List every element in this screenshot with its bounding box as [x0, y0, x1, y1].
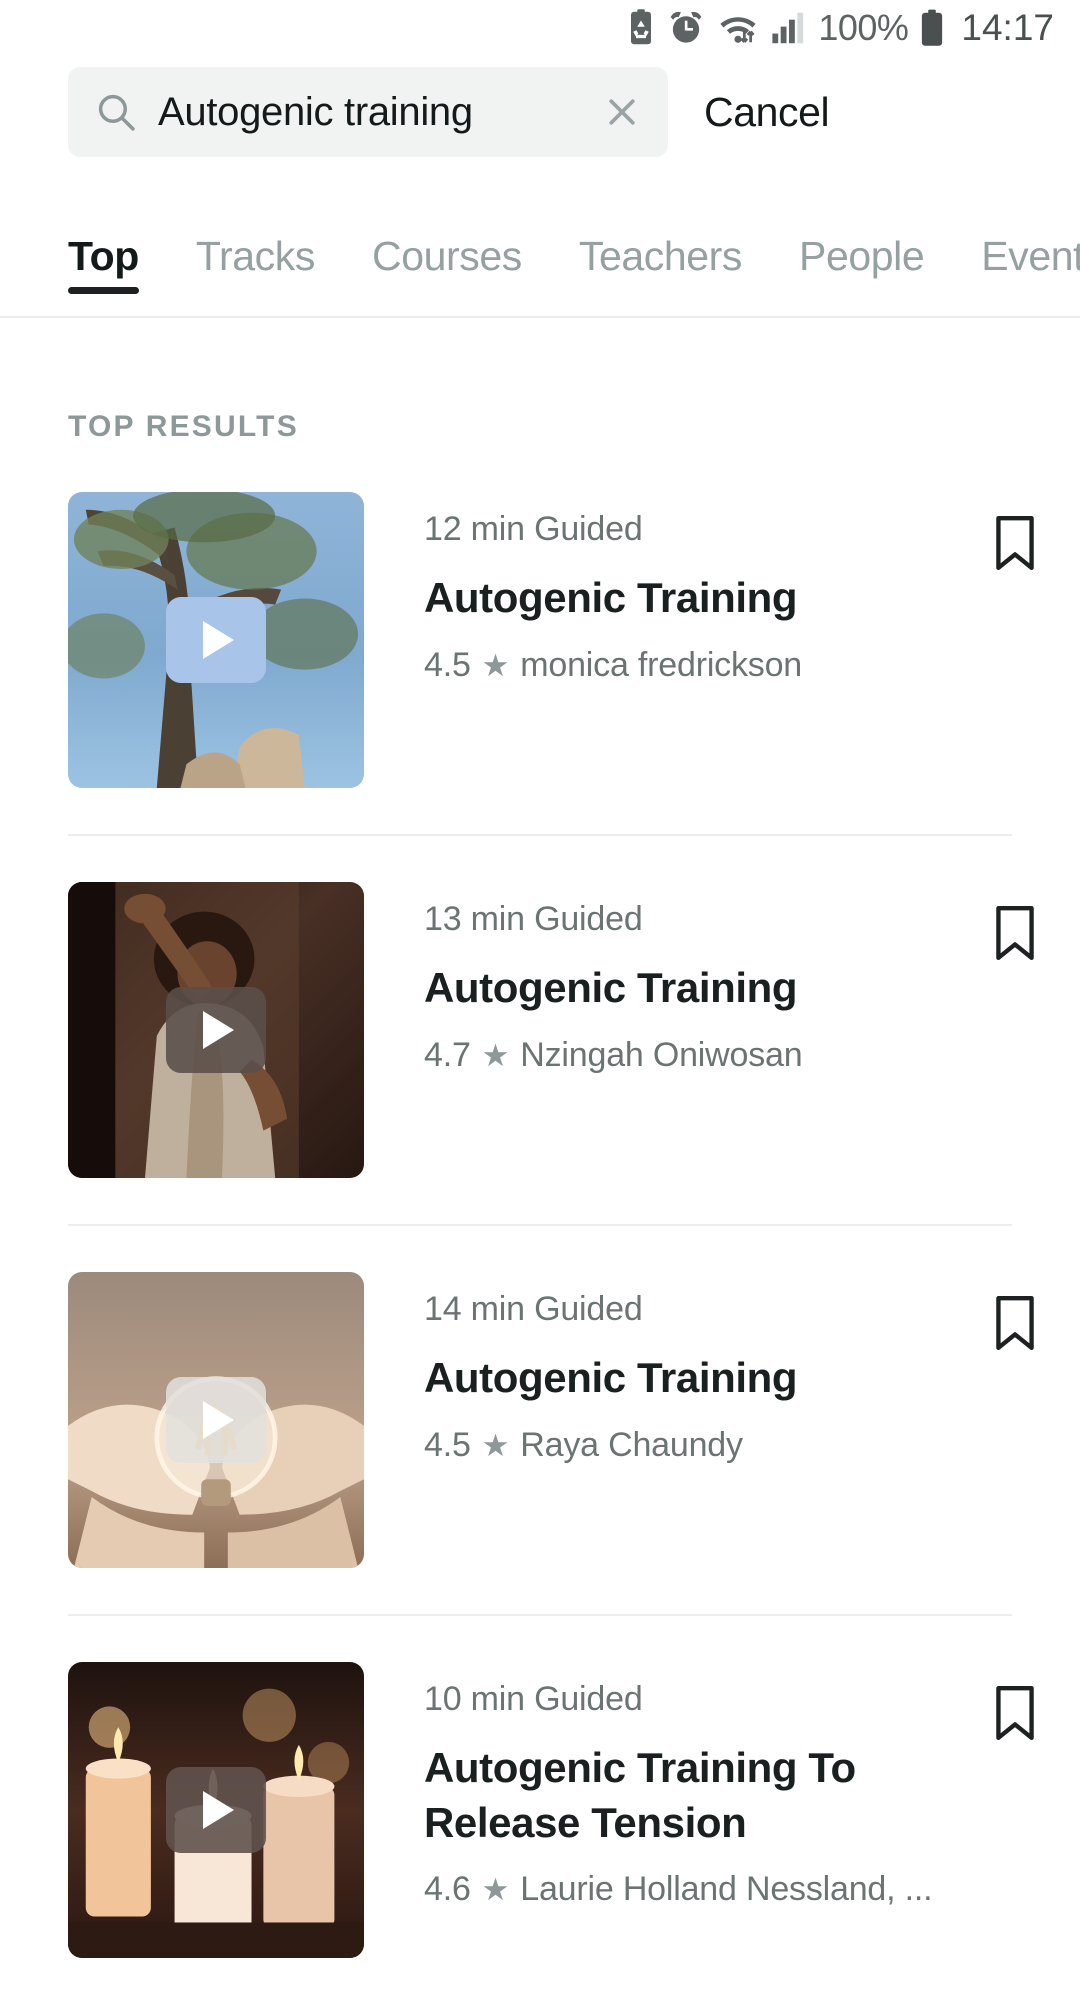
result-title: Autogenic Training — [424, 574, 798, 621]
result-thumbnail[interactable] — [68, 492, 364, 788]
result-rating-author: 4.5 ★ monica fredrickson — [424, 646, 982, 685]
result-thumbnail[interactable] — [68, 882, 364, 1178]
tab-events[interactable]: Events — [981, 233, 1080, 316]
rating-value: 4.5 — [424, 1425, 471, 1464]
clock-time: 14:17 — [961, 7, 1054, 48]
battery-full-icon — [919, 9, 945, 47]
rating-value: 4.6 — [424, 1870, 471, 1909]
result-thumbnail[interactable] — [68, 1272, 364, 1568]
search-result-tabs: Top Tracks Courses Teachers People Event… — [0, 168, 1080, 318]
play-icon — [203, 1791, 234, 1829]
result-meta: 13 min Guided Autogenic Training 4.7 ★ N… — [364, 882, 982, 1075]
result-meta: 10 min Guided Autogenic Training To Rele… — [364, 1662, 982, 1909]
tab-top[interactable]: Top — [68, 233, 139, 316]
result-duration-type: 13 min Guided — [424, 900, 643, 938]
close-icon[interactable] — [602, 92, 642, 132]
list-item[interactable]: 14 min Guided Autogenic Training 4.5 ★ R… — [0, 1224, 1080, 1614]
result-rating-author: 4.7 ★ Nzingah Oniwosan — [424, 1036, 982, 1075]
battery-percent-label: 100% — [818, 7, 909, 48]
result-rating-author: 4.5 ★ Raya Chaundy — [424, 1426, 982, 1465]
search-bar-row: Autogenic training Cancel — [0, 56, 1080, 168]
result-meta: 14 min Guided Autogenic Training 4.5 ★ R… — [364, 1272, 982, 1465]
search-input[interactable]: Autogenic training — [68, 67, 668, 157]
play-button[interactable] — [166, 987, 266, 1073]
star-icon: ★ — [481, 1037, 510, 1073]
result-thumbnail[interactable] — [68, 1662, 364, 1958]
tab-people[interactable]: People — [799, 233, 925, 316]
bookmark-icon[interactable] — [982, 492, 1052, 572]
star-icon: ★ — [481, 1427, 510, 1463]
play-icon — [203, 621, 234, 659]
rating-value: 4.5 — [424, 645, 471, 684]
results-list: 12 min Guided Autogenic Training 4.5 ★ m… — [0, 444, 1080, 2004]
play-button[interactable] — [166, 1377, 266, 1463]
section-heading-top-results: TOP RESULTS — [68, 410, 299, 443]
list-item[interactable]: 13 min Guided Autogenic Training 4.7 ★ N… — [0, 834, 1080, 1224]
search-icon — [96, 92, 136, 132]
cell-signal-icon — [771, 11, 807, 45]
list-item[interactable]: 12 min Guided Autogenic Training 4.5 ★ m… — [0, 444, 1080, 834]
result-meta: 12 min Guided Autogenic Training 4.5 ★ m… — [364, 492, 982, 685]
result-rating-author: 4.6 ★ Laurie Holland Nessland, ... — [424, 1870, 982, 1909]
status-bar: 100% 14:17 — [0, 0, 1080, 56]
star-icon: ★ — [481, 647, 510, 683]
list-item[interactable]: 10 min Guided Autogenic Training To Rele… — [0, 1614, 1080, 2004]
play-icon — [203, 1401, 234, 1439]
play-button[interactable] — [166, 1767, 266, 1853]
bookmark-icon[interactable] — [982, 1272, 1052, 1352]
tab-teachers[interactable]: Teachers — [579, 233, 743, 316]
tab-courses[interactable]: Courses — [372, 233, 522, 316]
bookmark-icon[interactable] — [982, 1662, 1052, 1742]
play-button[interactable] — [166, 597, 266, 683]
wifi-transfer-icon — [716, 10, 760, 46]
author-name: Nzingah Oniwosan — [520, 1035, 803, 1074]
search-input-value[interactable]: Autogenic training — [158, 90, 580, 135]
result-title: Autogenic Training To Release Tension — [424, 1744, 856, 1846]
author-name: Raya Chaundy — [520, 1425, 743, 1464]
author-name: monica fredrickson — [520, 645, 802, 684]
tab-tracks[interactable]: Tracks — [196, 233, 315, 316]
play-icon — [203, 1011, 234, 1049]
result-duration-type: 14 min Guided — [424, 1290, 643, 1328]
result-duration-type: 12 min Guided — [424, 510, 643, 548]
result-title: Autogenic Training — [424, 964, 798, 1011]
result-title: Autogenic Training — [424, 1354, 798, 1401]
battery-recycle-icon — [626, 9, 656, 47]
result-duration-type: 10 min Guided — [424, 1680, 643, 1718]
bookmark-icon[interactable] — [982, 882, 1052, 962]
author-name: Laurie Holland Nessland, ... — [520, 1870, 933, 1909]
alarm-clock-icon — [667, 9, 705, 47]
rating-value: 4.7 — [424, 1035, 471, 1074]
star-icon: ★ — [481, 1872, 510, 1908]
cancel-button[interactable]: Cancel — [704, 89, 830, 136]
tab-strip[interactable]: Top Tracks Courses Teachers People Event… — [0, 168, 1080, 316]
